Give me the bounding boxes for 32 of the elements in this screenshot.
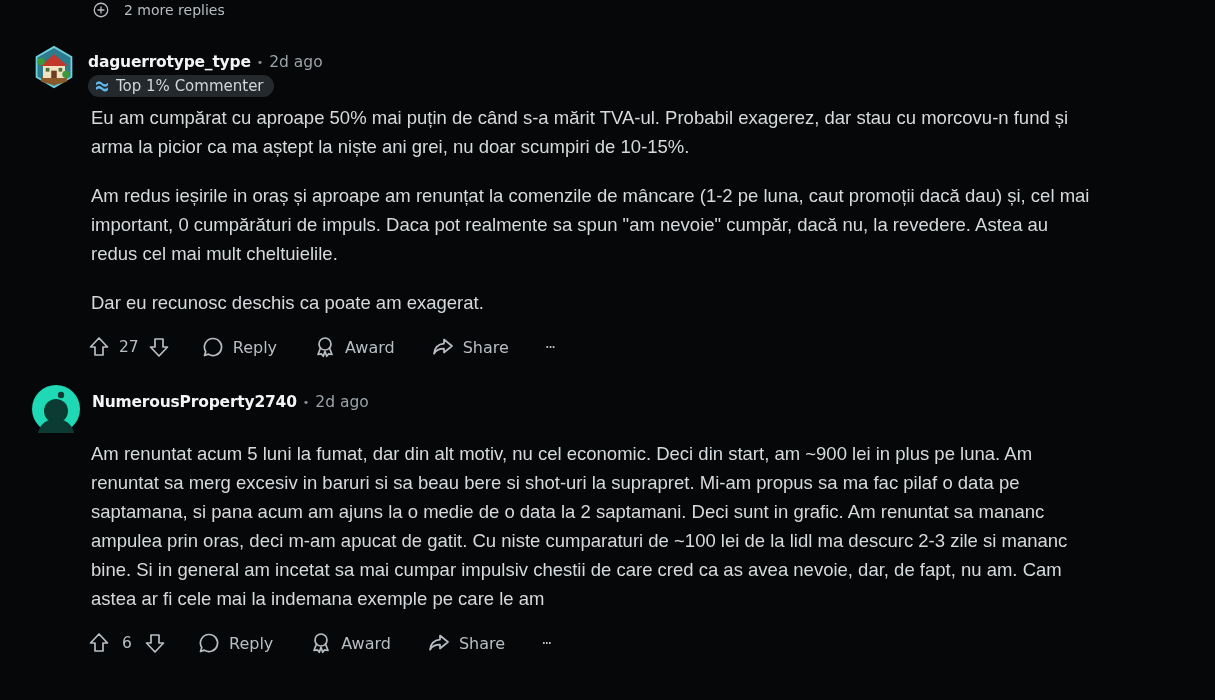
downvote-button[interactable] (143, 631, 167, 655)
plus-circle-icon (92, 1, 110, 19)
vote-count: 27 (119, 338, 139, 356)
reply-button[interactable]: Reply (194, 331, 284, 363)
username-link[interactable]: daguerrotype_type (88, 53, 251, 71)
reply-button[interactable]: Reply (191, 627, 280, 659)
more-options-button[interactable]: ··· (538, 333, 561, 361)
separator-dot: • (256, 55, 264, 69)
timestamp: 2d ago (269, 53, 323, 71)
share-button[interactable]: Share (420, 627, 512, 659)
speech-bubble-icon (197, 631, 221, 655)
comment-text: Am renuntat acum 5 luni la fumat, dar din alt motiv, nu cel economic. Deci din start, am ~900 lei in plus pe luna. Am renuntat sa merg excesiv in baruri si sa beau bere si shot-uri la suprapret. Mi-am propus sa ma fac pilaf o data pe saptamana, si pana acum am ajuns la o medie de o data la 2 saptamani. Deci sunt in grafic. Am renuntat sa mananc ampulea prin oras, deci m-am apucat de gatit. Cu niste cumparaturi de ~100 lei de la lidl ma descurc 2-3 zile si mananc bine. Si in general am incetat sa mai cumpar impulsiv chestii de care cred ca as avea nevoie, dar, de fapt, nu am. Cam astea ar fi cele mai la indemana exemple pe care le am (91, 442, 1069, 611)
commenter-badge: Top 1% Commenter (88, 75, 274, 97)
award-button[interactable]: Award (303, 627, 397, 659)
award-button[interactable]: Award (307, 331, 401, 363)
comment-text: Dar eu recunosc deschis ca poate am exagerat. (91, 291, 485, 315)
more-options-button[interactable]: ··· (535, 629, 557, 657)
wave-badge-icon (94, 78, 110, 94)
up-arrow-icon (87, 631, 111, 655)
share-button[interactable]: Share (424, 331, 515, 363)
comment-text: Eu am cumpărat cu aproape 50% mai puțin de când s-a mărit TVA-ul. Probabil exagerez, dar stau cu morcovu-n fund și arma la picior ca ma aștept la niște ani grei, nu doar scumpiri de 10-15%. (91, 106, 1070, 159)
upvote-button[interactable] (87, 335, 111, 359)
up-arrow-icon (87, 335, 111, 359)
vote-count: 6 (121, 634, 133, 652)
user-silhouette-avatar (32, 385, 80, 433)
down-arrow-icon (143, 631, 167, 655)
more-replies-link[interactable]: 2 more replies (92, 0, 225, 20)
upvote-button[interactable] (87, 631, 111, 655)
separator-dot: • (302, 395, 310, 409)
timestamp: 2d ago (315, 393, 369, 411)
comment-text: Am redus ieșirile in oraș și aproape am renunțat la comenzile de mâncare (1-2 pe luna, caut promoții dacă dau) și, cel mai important, 0 cumpărături de impuls. Daca pot realmente sa spun "am nevoie" cumpăr, dacă nu, la revedere. Astea au redus cel mai mult cheltuielile. (91, 184, 1091, 266)
username-link[interactable]: NumerousProperty2740 (92, 393, 297, 411)
